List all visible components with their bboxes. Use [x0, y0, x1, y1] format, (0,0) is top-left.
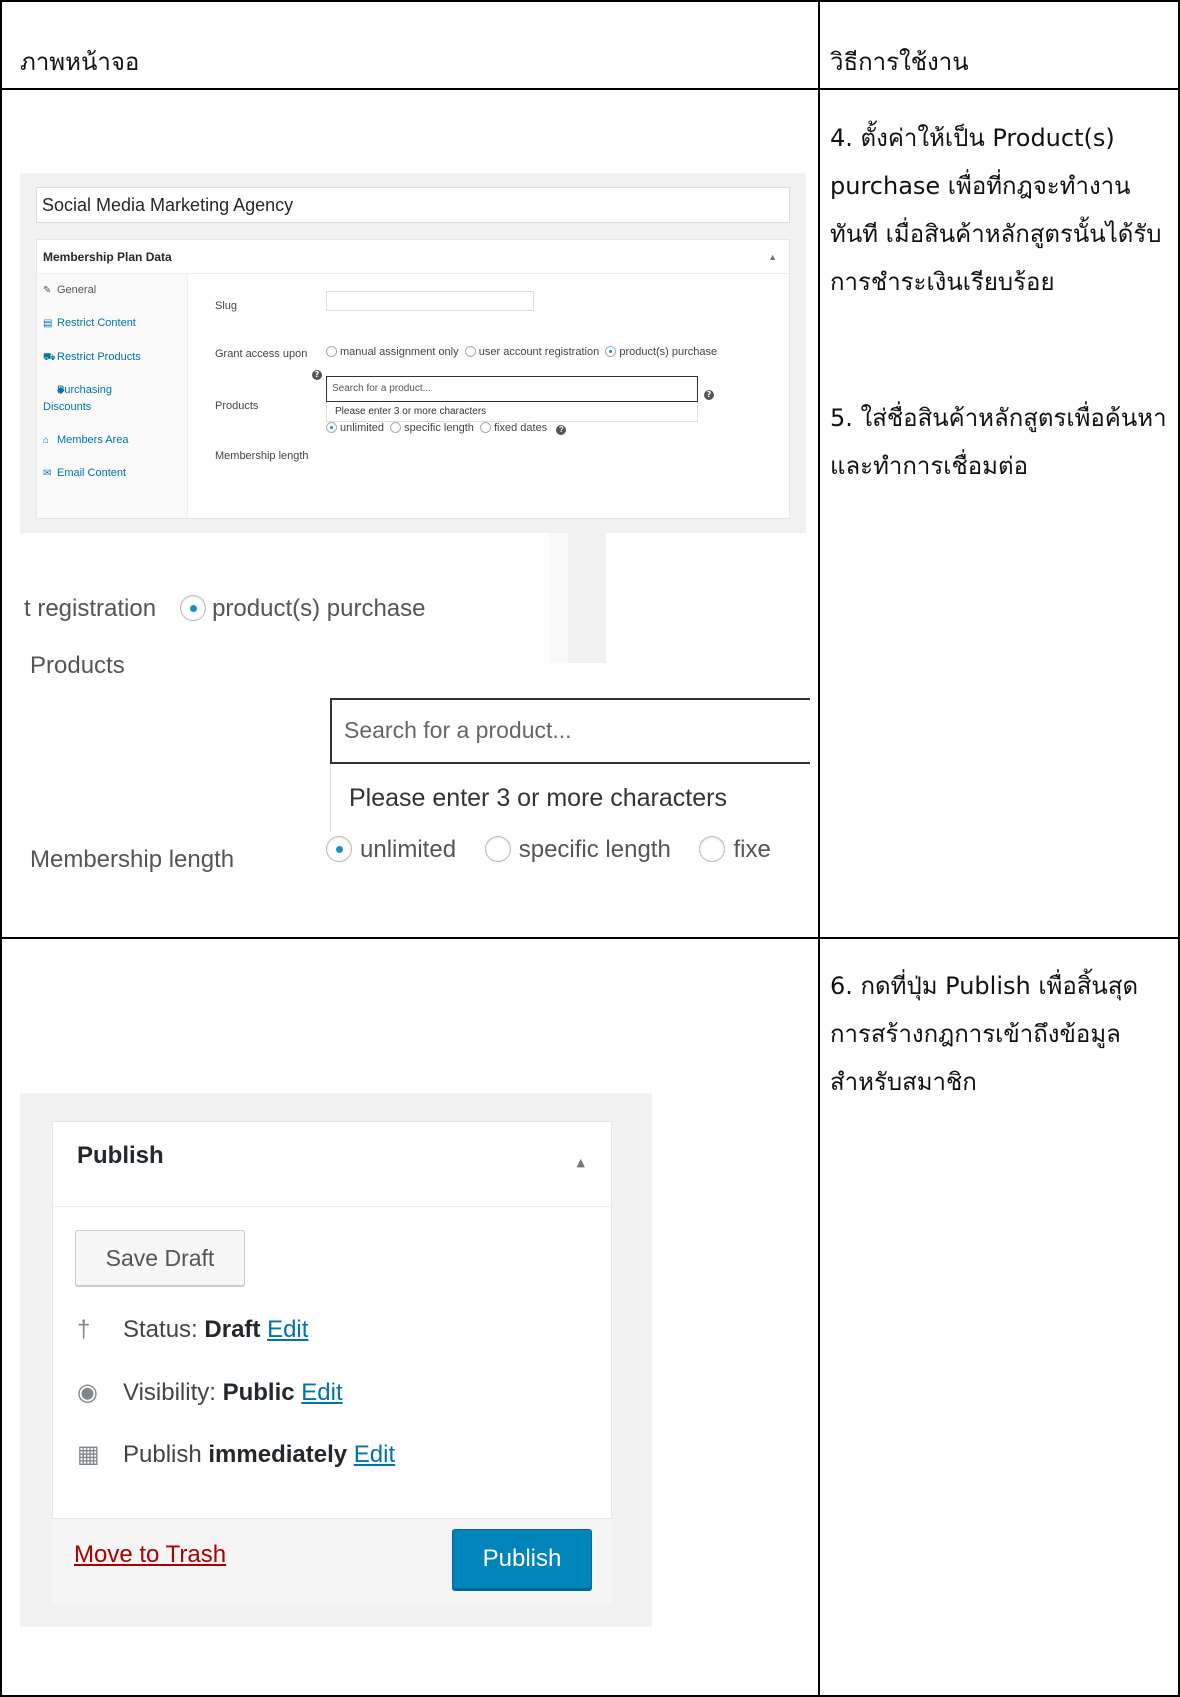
publish-separator — [53, 1206, 611, 1207]
email-icon: ✉ — [43, 468, 52, 479]
zoom-option-unlimited[interactable]: unlimited — [326, 836, 456, 863]
publish-button[interactable]: Publish — [452, 1529, 592, 1589]
publish-box: Publish ▲ Save Draft † Status: Draft Edit… — [52, 1121, 612, 1519]
row-divider — [0, 937, 1180, 939]
zoom-products-label: Products — [30, 652, 125, 679]
eye-icon: ◉ — [77, 1379, 98, 1406]
table-border-top — [0, 0, 1180, 2]
products-help-icon: ? — [704, 381, 714, 400]
publish-box-title: Publish — [77, 1142, 164, 1169]
calendar-icon: ▦ — [77, 1441, 100, 1468]
edit-status-link[interactable]: Edit — [267, 1316, 308, 1343]
zoom-search-hint: Please enter 3 or more characters — [330, 764, 810, 832]
grant-access-options: manual assignment only user account regi… — [326, 346, 717, 358]
edit-visibility-link[interactable]: Edit — [301, 1379, 342, 1406]
grant-option-manual[interactable]: manual assignment only — [326, 346, 459, 358]
content-icon: ▤ — [43, 318, 53, 329]
header-screenshot: ภาพหน้าจอ — [20, 48, 140, 76]
length-help-icon: ? — [556, 425, 567, 435]
products-label: Products — [215, 400, 259, 412]
membership-length-label: Membership length — [215, 450, 309, 462]
status-row: † Status: Draft Edit — [77, 1316, 309, 1343]
publish-screenshot: Publish ▲ Save Draft † Status: Draft Edit… — [20, 1093, 652, 1627]
zoom-option-fixed[interactable]: fixe — [699, 836, 771, 863]
tab-general[interactable]: ✎ General — [43, 282, 96, 299]
grant-option-purchase[interactable]: product(s) purchase — [605, 346, 717, 358]
length-option-specific[interactable]: specific length — [390, 422, 474, 434]
instruction-step-5: 5. ใส่ชื่อสินค้าหลักสูตรเพื่อค้นหา และทำ… — [830, 404, 1167, 480]
tab-restrict-content[interactable]: ▤ Restrict Content — [43, 315, 136, 332]
plan-title-input[interactable]: Social Media Marketing Agency — [36, 187, 790, 223]
tab-members-area[interactable]: ⌂ Members Area — [43, 432, 129, 449]
schedule-row: ▦ Publish immediately Edit — [77, 1441, 396, 1468]
zoom-edge — [550, 533, 568, 663]
tab-email-content[interactable]: ✉ Email Content — [43, 465, 126, 482]
collapse-arrow-icon[interactable]: ▲ — [577, 1156, 585, 1169]
product-search-input[interactable]: Search for a product... — [326, 376, 698, 402]
cart-icon: ⛟ — [43, 352, 56, 363]
wrench-icon: ✎ — [43, 285, 52, 296]
membership-plan-screenshot: Social Media Marketing Agency Membership… — [20, 173, 806, 533]
column-divider — [818, 0, 820, 1697]
length-option-unlimited[interactable]: unlimited — [326, 422, 384, 434]
table-border-left — [0, 0, 2, 1697]
zoom-grant-option: t registration product(s) purchase — [20, 533, 606, 663]
tab-purchasing-discounts[interactable]: ◆Purchasing Discounts — [43, 382, 163, 415]
zoom-grant-row: t registration product(s) purchase — [24, 595, 426, 623]
partial-option-label: t registration — [24, 595, 157, 622]
tag-icon: ◆ — [57, 385, 65, 396]
header-usage: วิธีการใช้งาน — [830, 48, 969, 76]
zoom-length-label: Membership length — [30, 846, 235, 873]
zoom-length-options: unlimited specific length fixe — [326, 833, 810, 867]
search-hint: Please enter 3 or more characters — [326, 402, 698, 422]
tab-restrict-products[interactable]: ⛟Restrict Products — [43, 349, 141, 366]
visibility-row: ◉ Visibility: Public Edit — [77, 1379, 343, 1406]
length-option-fixed[interactable]: fixed dates — [480, 422, 547, 434]
zoom-option-purchase: product(s) purchase — [212, 595, 426, 622]
zoom-radio-purchase[interactable] — [180, 595, 207, 621]
instruction-step-4: 4. ตั้งค่าให้เป็น Product(s) purchase เพ… — [830, 124, 1162, 296]
slug-label: Slug — [215, 300, 238, 312]
save-draft-button[interactable]: Save Draft — [75, 1230, 245, 1286]
grant-option-registration[interactable]: user account registration — [464, 346, 599, 358]
zoom-edge-shade — [568, 533, 606, 663]
header-divider — [0, 88, 1180, 90]
edit-schedule-link[interactable]: Edit — [354, 1441, 395, 1468]
publish-actions: Move to Trash Publish — [52, 1519, 612, 1605]
zoom-option-specific[interactable]: specific length — [484, 836, 671, 863]
plan-tabs: ✎ General ▤ Restrict Content ⛟Restrict Pro… — [37, 274, 188, 518]
move-to-trash-link[interactable]: Move to Trash — [74, 1541, 226, 1569]
slug-input[interactable] — [326, 291, 534, 311]
collapse-arrow-icon[interactable]: ▲ — [768, 240, 777, 274]
grant-help-icon: ? — [312, 361, 322, 380]
grant-access-label: Grant access upon — [215, 348, 308, 360]
zoom-product-search-input[interactable]: Search for a product... — [330, 698, 810, 764]
panel-title: Membership Plan Data ▲ — [37, 240, 789, 274]
pin-icon: † — [77, 1316, 91, 1343]
length-options: unlimited specific length fixed dates ? — [326, 422, 567, 435]
home-icon: ⌂ — [43, 435, 50, 446]
instruction-step-6: 6. กดที่ปุ่ม Publish เพื่อสิ้นสุดการสร้า… — [830, 972, 1139, 1096]
